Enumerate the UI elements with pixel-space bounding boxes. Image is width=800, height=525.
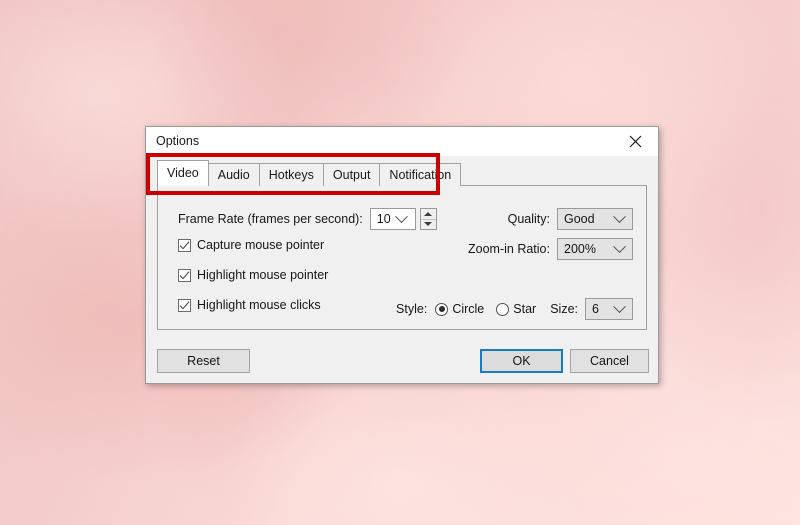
radio-filled-icon	[435, 302, 449, 316]
zoom-in-ratio-value: 200%	[564, 242, 596, 256]
tab-video[interactable]: Video	[157, 160, 209, 186]
quality-row: Quality: Good	[508, 208, 633, 230]
frame-rate-spinner[interactable]	[419, 208, 437, 230]
ok-button[interactable]: OK	[480, 349, 563, 373]
zoom-in-ratio-combo[interactable]: 200%	[557, 238, 633, 260]
quality-label: Quality:	[507, 212, 550, 226]
checkbox-capture-mouse-pointer[interactable]: Capture mouse pointer	[178, 238, 324, 252]
reset-button[interactable]: Reset	[157, 349, 250, 373]
radio-style-star[interactable]: Star	[496, 302, 536, 316]
quality-combo[interactable]: Good	[557, 208, 633, 230]
zoom-in-ratio-row: Zoom-in Ratio: 200%	[468, 238, 633, 260]
checkbox-highlight-mouse-pointer[interactable]: Highlight mouse pointer	[178, 268, 328, 282]
highlight-mouse-pointer-label: Highlight mouse pointer	[197, 268, 329, 282]
tab-output[interactable]: Output	[322, 163, 381, 186]
size-combo[interactable]: 6	[585, 298, 633, 320]
tab-audio[interactable]: Audio	[207, 163, 260, 186]
tab-strip: Video Audio Hotkeys Output Notification	[157, 160, 462, 186]
capture-mouse-pointer-label: Capture mouse pointer	[197, 238, 325, 252]
chevron-down-icon	[393, 209, 415, 224]
cancel-button[interactable]: Cancel	[570, 349, 649, 373]
chevron-down-icon	[610, 209, 632, 224]
frame-rate-label: Frame Rate (frames per second):	[178, 212, 363, 226]
checkmark-icon	[178, 268, 191, 282]
chevron-down-icon	[610, 239, 632, 254]
video-tab-panel: Frame Rate (frames per second): 10 Quali…	[157, 185, 647, 330]
triangle-up-icon[interactable]	[420, 209, 436, 220]
quality-value: Good	[564, 212, 595, 226]
style-circle-label: Circle	[452, 302, 485, 316]
triangle-down-icon[interactable]	[421, 220, 436, 230]
tab-notification[interactable]: Notification	[379, 163, 462, 186]
checkmark-icon	[178, 298, 191, 312]
frame-rate-combo[interactable]: 10	[369, 208, 416, 230]
style-size-row: Style: Circle Star Size: 6	[396, 298, 633, 320]
highlight-mouse-clicks-row[interactable]: Highlight mouse clicks	[178, 298, 321, 312]
frame-rate-value: 10	[376, 212, 391, 226]
tab-hotkeys[interactable]: Hotkeys	[258, 163, 324, 186]
close-icon[interactable]	[613, 127, 658, 156]
style-star-label: Star	[513, 302, 537, 316]
radio-empty-icon	[496, 302, 510, 316]
checkbox-highlight-mouse-clicks[interactable]: Highlight mouse clicks	[178, 298, 321, 312]
dialog-titlebar: Options	[146, 127, 658, 156]
chevron-down-icon	[610, 299, 632, 314]
zoom-in-ratio-label: Zoom-in Ratio:	[468, 242, 550, 256]
checkmark-icon	[178, 238, 191, 252]
frame-rate-row: Frame Rate (frames per second): 10	[178, 208, 437, 230]
style-label: Style:	[396, 302, 428, 316]
capture-mouse-pointer-row[interactable]: Capture mouse pointer	[178, 238, 324, 252]
radio-style-circle[interactable]: Circle	[435, 302, 484, 316]
highlight-mouse-clicks-label: Highlight mouse clicks	[197, 298, 321, 312]
dialog-title: Options	[156, 134, 200, 148]
options-dialog: Options Video Audio Hotkeys Output Notif…	[145, 126, 659, 384]
highlight-mouse-pointer-row[interactable]: Highlight mouse pointer	[178, 268, 328, 282]
size-value: 6	[592, 302, 599, 316]
size-label: Size:	[550, 302, 578, 316]
